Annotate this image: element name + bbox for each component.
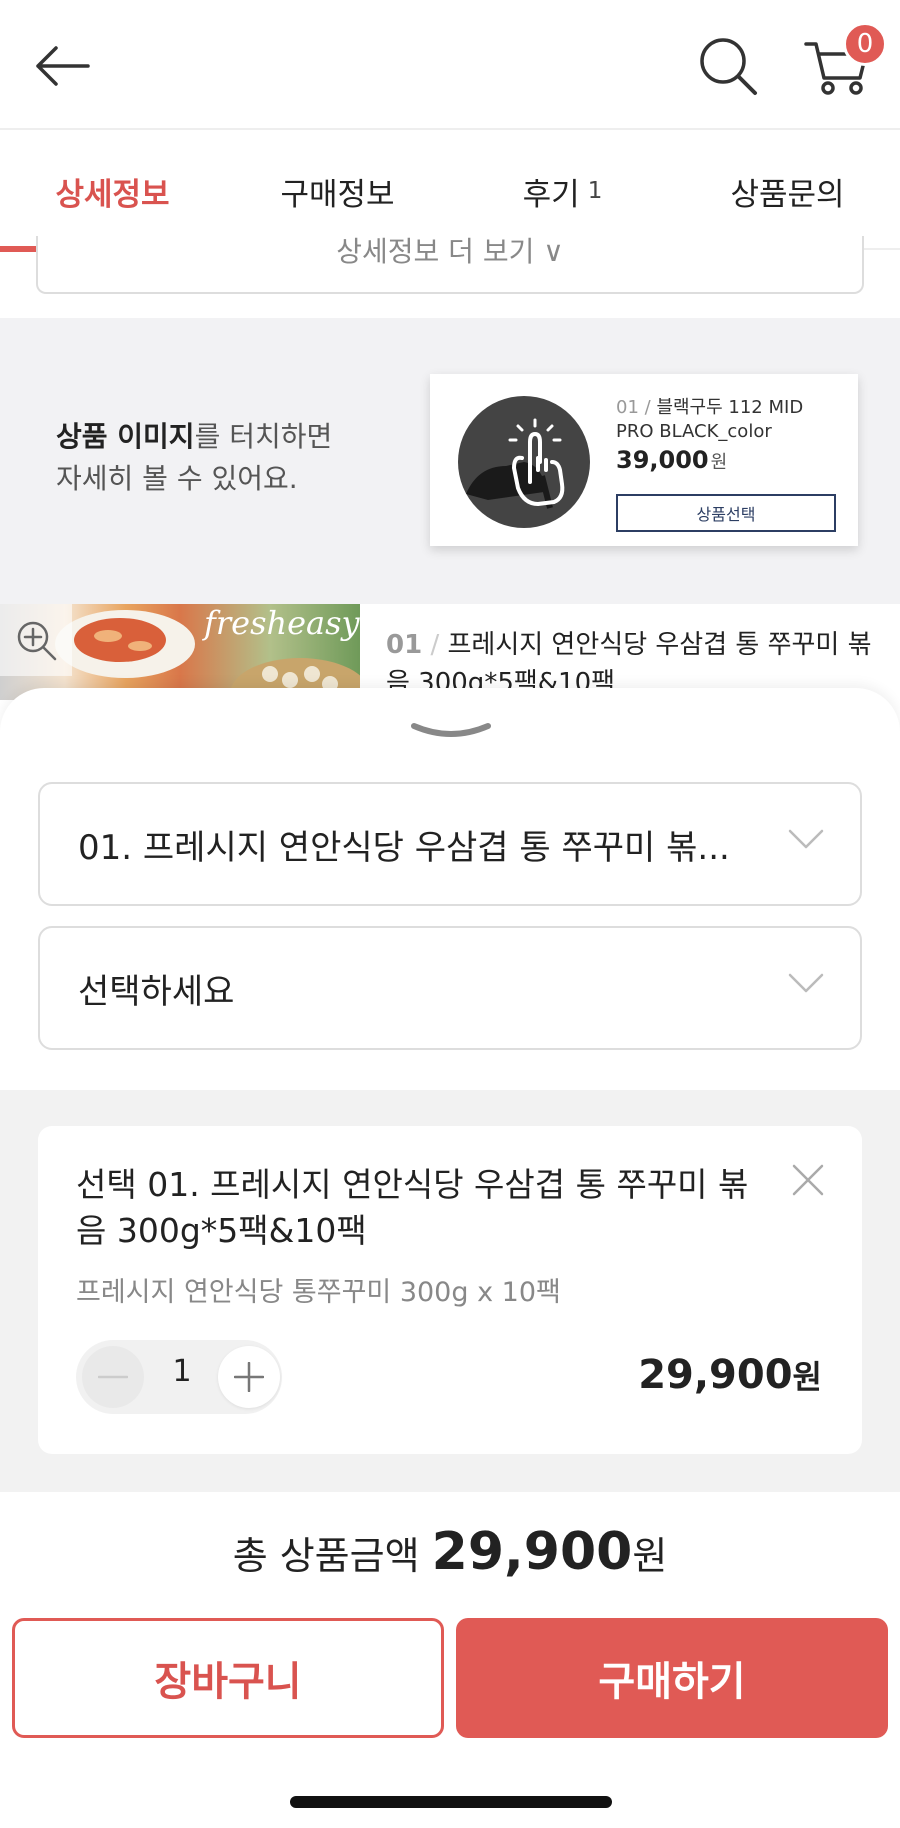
- option-select-dropdown[interactable]: 선택하세요: [38, 926, 862, 1050]
- selected-item-option: 프레시지 연안식당 통쭈꾸미 300g x 10팩: [76, 1277, 561, 1308]
- item-price-currency: 원: [792, 1358, 822, 1396]
- selected-item-title: 선택 01. 프레시지 연안식당 우삼겹 통 쭈꾸미 볶음 300g*5팩&10…: [76, 1165, 749, 1250]
- chevron-down-icon: [411, 723, 491, 737]
- sample-price-value: 39,000: [616, 446, 709, 474]
- image-tip-rest: 를 터치하면: [194, 420, 333, 453]
- remove-item-button[interactable]: [788, 1160, 828, 1200]
- detail-tabs: 상세정보 구매정보 후기 1 상품문의: [0, 132, 900, 252]
- product-row-number: 01: [386, 630, 423, 660]
- home-indicator[interactable]: [290, 1796, 612, 1808]
- add-to-cart-button[interactable]: 장바구니: [12, 1618, 444, 1738]
- image-tip-line2: 자세히 볼 수 있어요.: [56, 462, 298, 495]
- option-select-placeholder: 선택하세요: [78, 971, 235, 1012]
- total-amount: 29,900: [431, 1522, 633, 1582]
- detail-more-button[interactable]: 상세정보 더 보기 ∨: [36, 236, 864, 294]
- sample-product-name: 01 / 블랙구두 112 MID PRO BLACK_color: [616, 396, 846, 444]
- buy-now-button[interactable]: 구매하기: [456, 1618, 888, 1738]
- total-label: 총 상품금액: [232, 1534, 420, 1578]
- image-tip-bold: 상품 이미지: [56, 420, 195, 453]
- total-price: 총 상품금액 29,900원: [0, 1522, 900, 1582]
- brand-logo-text: fresheasy: [204, 604, 360, 642]
- back-button[interactable]: [26, 30, 98, 102]
- minus-icon: [98, 1375, 128, 1379]
- total-currency: 원: [632, 1534, 668, 1578]
- tab-label: 상세정보: [55, 176, 170, 213]
- tab-reviews[interactable]: 후기 1: [450, 132, 675, 250]
- zoom-button[interactable]: [0, 604, 72, 676]
- zoom-in-icon: [17, 621, 57, 661]
- search-icon: [700, 38, 757, 95]
- sample-product-select-button: 상품선택: [616, 494, 836, 532]
- tab-label: 후기: [522, 176, 580, 213]
- detail-more-label: 상세정보 더 보기 ∨: [336, 236, 564, 268]
- sample-product-number: 01 /: [616, 397, 651, 418]
- quantity-value[interactable]: 1: [150, 1354, 214, 1389]
- app-header: [0, 0, 900, 130]
- image-tip-text: 상품 이미지를 터치하면 자세히 볼 수 있어요.: [56, 416, 416, 500]
- selected-item-price: 29,900원: [560, 1352, 822, 1398]
- slash-divider: /: [430, 630, 440, 660]
- sample-product-thumbnail: [458, 396, 590, 528]
- tab-label: 구매정보: [280, 176, 395, 213]
- cart-count-badge: 0: [843, 22, 887, 66]
- chevron-down-icon: [788, 829, 824, 849]
- arrow-left-icon: [36, 46, 90, 86]
- tab-label: 상품문의: [730, 176, 845, 213]
- close-icon: [792, 1164, 824, 1196]
- plus-icon: [234, 1362, 264, 1392]
- tab-purchase-info[interactable]: 구매정보: [225, 132, 450, 250]
- quantity-increase-button[interactable]: [218, 1346, 280, 1408]
- review-count: 1: [587, 178, 603, 204]
- sheet-collapse-handle[interactable]: [410, 720, 492, 742]
- chevron-down-icon: [788, 973, 824, 993]
- product-select-value: 01. 프레시지 연안식당 우삼겹 통 쭈꾸미 볶...: [78, 827, 730, 868]
- sample-product-price: 39,000 원: [616, 446, 727, 474]
- tab-product-inquiry[interactable]: 상품문의: [675, 132, 900, 250]
- sample-price-currency: 원: [710, 452, 728, 473]
- item-price-value: 29,900: [638, 1352, 793, 1398]
- tab-detail-info[interactable]: 상세정보: [0, 132, 225, 252]
- search-button[interactable]: [690, 28, 766, 104]
- product-select-dropdown[interactable]: 01. 프레시지 연안식당 우삼겹 통 쭈꾸미 볶...: [38, 782, 862, 906]
- touch-hand-icon: [466, 418, 565, 509]
- quantity-decrease-button[interactable]: [82, 1346, 144, 1408]
